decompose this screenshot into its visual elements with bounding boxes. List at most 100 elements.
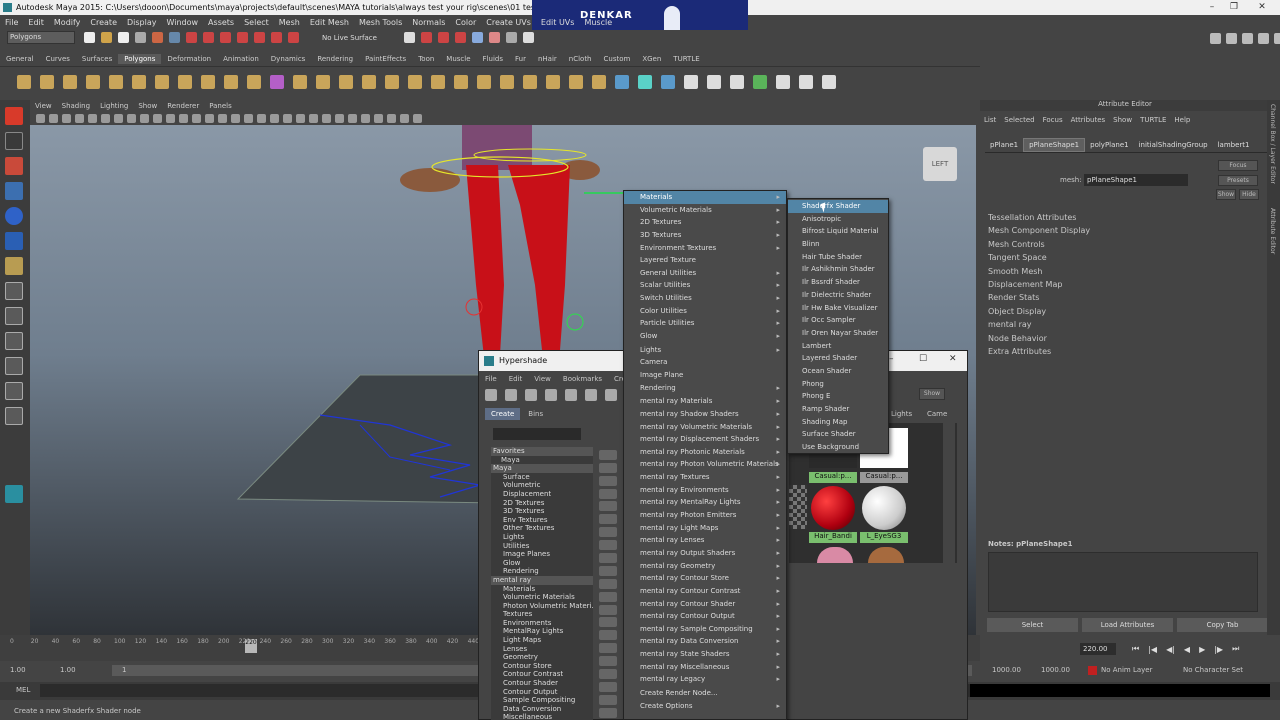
panel-toolbar-icon[interactable] <box>374 113 383 123</box>
tab-create[interactable]: Create <box>485 408 521 420</box>
material-bifrost-liquid-material[interactable]: Bifrost Liquid Material <box>788 225 888 238</box>
menu-create-uvs[interactable]: Create UVs <box>486 18 531 27</box>
shelf-tool-icon[interactable] <box>822 74 836 89</box>
node-type-icon[interactable] <box>599 604 617 615</box>
maximize-icon[interactable]: ❐ <box>1227 1 1241 13</box>
render-tool-icon[interactable] <box>438 32 449 43</box>
menu-normals[interactable]: Normals <box>412 18 445 27</box>
material-ilr-bssrdf-shader[interactable]: Ilr Bssrdf Shader <box>788 276 888 289</box>
tab-lights[interactable]: Lights <box>891 410 912 418</box>
shelf-tool-icon[interactable] <box>201 74 215 89</box>
create-menu-create-render-node[interactable]: Create Render Node... <box>624 687 786 700</box>
node-type-icon[interactable] <box>599 630 617 641</box>
material-hair-tube-shader[interactable]: Hair Tube Shader <box>788 251 888 264</box>
status-tool-icon[interactable] <box>186 32 197 43</box>
create-menu-camera[interactable]: Camera <box>624 356 786 369</box>
move-tool-icon[interactable] <box>5 182 23 200</box>
create-menu-mental-ray-state-shaders[interactable]: mental ray State Shaders <box>624 648 786 661</box>
tree-item-rendering[interactable]: Rendering <box>491 567 593 576</box>
shelf-tool-icon[interactable] <box>477 74 491 89</box>
shelf-tool-icon[interactable] <box>661 74 675 89</box>
hs-close-icon[interactable]: ✕ <box>949 354 957 364</box>
shelf-tool-icon[interactable] <box>638 74 652 89</box>
shelf-tool-icon[interactable] <box>293 74 307 89</box>
node-type-icon[interactable] <box>599 488 617 499</box>
render-tool-icon[interactable] <box>472 32 483 43</box>
tree-item-lenses[interactable]: Lenses <box>491 645 593 654</box>
material-shading-map[interactable]: Shading Map <box>788 416 888 429</box>
create-menu-glow[interactable]: Glow <box>624 330 786 343</box>
ae-menu-show[interactable]: Show <box>1113 116 1132 124</box>
create-menu-environment-textures[interactable]: Environment Textures <box>624 242 786 255</box>
create-menu-mental-ray-contour-shader[interactable]: mental ray Contour Shader <box>624 598 786 611</box>
node-type-icon[interactable] <box>599 462 617 473</box>
shelf-tool-icon[interactable] <box>707 74 721 89</box>
tree-item-volumetric[interactable]: Volumetric <box>491 481 593 490</box>
ae-section-extra-attributes[interactable]: Extra Attributes <box>988 347 1051 356</box>
material-ilr-oren-nayar-shader[interactable]: Ilr Oren Nayar Shader <box>788 327 888 340</box>
panel-toolbar-icon[interactable] <box>231 113 240 123</box>
shelf-tool-icon[interactable] <box>431 74 445 89</box>
ae-tab-polyplane1[interactable]: polyPlane1 <box>1085 139 1133 151</box>
create-menu-layered-texture[interactable]: Layered Texture <box>624 254 786 267</box>
panel-layout-icon[interactable] <box>1258 33 1269 44</box>
shelf-tool-icon[interactable] <box>247 74 261 89</box>
shelf-tab-fur[interactable]: Fur <box>509 54 532 64</box>
layout-graph-icon[interactable] <box>5 382 23 400</box>
node-type-icon[interactable] <box>599 707 617 718</box>
presets-button[interactable]: Presets <box>1218 175 1258 186</box>
node-type-icon[interactable] <box>599 578 617 589</box>
shelf-tab-ncloth[interactable]: nCloth <box>563 54 598 64</box>
status-tool-icon[interactable] <box>254 32 265 43</box>
create-menu-mental-ray-environments[interactable]: mental ray Environments <box>624 484 786 497</box>
ae-section-object-display[interactable]: Object Display <box>988 307 1046 316</box>
channel-box-tab[interactable]: Channel Box / Layer Editor <box>1269 104 1276 184</box>
panel-toolbar-icon[interactable] <box>335 113 344 123</box>
swatch-pink-sphere[interactable] <box>817 547 853 563</box>
create-menu-general-utilities[interactable]: General Utilities <box>624 267 786 280</box>
create-menu-particle-utilities[interactable]: Particle Utilities <box>624 317 786 330</box>
shelf-tool-icon[interactable] <box>109 74 123 89</box>
shelf-tab-surfaces[interactable]: Surfaces <box>76 54 118 64</box>
material-phong-e[interactable]: Phong E <box>788 390 888 403</box>
panel-toolbar-icon[interactable] <box>153 113 162 123</box>
create-menu-mental-ray-data-conversion[interactable]: mental ray Data Conversion <box>624 635 786 648</box>
shelf-tool-icon[interactable] <box>155 74 169 89</box>
focus-button[interactable]: Focus <box>1218 160 1258 171</box>
panel-menu-shading[interactable]: Shading <box>62 102 90 110</box>
view-cube[interactable]: LEFT <box>923 147 957 181</box>
step-back-key-icon[interactable]: |◀ <box>1148 645 1157 654</box>
tree-item-2d-textures[interactable]: 2D Textures <box>491 499 593 508</box>
status-tool-icon[interactable] <box>118 32 129 43</box>
shelf-tab-nhair[interactable]: nHair <box>532 54 563 64</box>
material-phong[interactable]: Phong <box>788 378 888 391</box>
mesh-name-field[interactable]: pPlaneShape1 <box>1084 174 1188 186</box>
panel-toolbar-icon[interactable] <box>387 113 396 123</box>
render-tool-icon[interactable] <box>404 32 415 43</box>
create-menu-mental-ray-contour-store[interactable]: mental ray Contour Store <box>624 572 786 585</box>
hs-toolbar-icon[interactable] <box>525 389 537 401</box>
ae-section-smooth-mesh[interactable]: Smooth Mesh <box>988 267 1042 276</box>
swatch-checker[interactable] <box>789 485 807 529</box>
select-button[interactable]: Select <box>987 618 1078 632</box>
rotate-tool-icon[interactable] <box>5 207 23 225</box>
swatch-white-sphere[interactable] <box>862 486 906 530</box>
panel-menu-renderer[interactable]: Renderer <box>167 102 199 110</box>
panel-toolbar-icon[interactable] <box>309 113 318 123</box>
panel-toolbar-icon[interactable] <box>205 113 214 123</box>
ae-section-tessellation-attributes[interactable]: Tessellation Attributes <box>988 213 1076 222</box>
hs-toolbar-icon[interactable] <box>585 389 597 401</box>
panel-toolbar-icon[interactable] <box>348 113 357 123</box>
minimize-icon[interactable]: – <box>1205 1 1219 13</box>
node-type-icon[interactable] <box>599 565 617 576</box>
tree-item-data-conversion[interactable]: Data Conversion <box>491 705 593 714</box>
panel-toolbar-icon[interactable] <box>166 113 175 123</box>
shelf-tool-icon[interactable] <box>132 74 146 89</box>
ae-tab-pplaneshape1[interactable]: pPlaneShape1 <box>1023 137 1086 152</box>
create-menu-mental-ray-photonic-materials[interactable]: mental ray Photonic Materials <box>624 446 786 459</box>
tree-item-contour-store[interactable]: Contour Store <box>491 662 593 671</box>
tree-item-displacement[interactable]: Displacement <box>491 490 593 499</box>
create-menu-mental-ray-miscellaneous[interactable]: mental ray Miscellaneous <box>624 661 786 674</box>
playback-start-field[interactable]: 1.00 <box>60 666 76 674</box>
ae-menu-list[interactable]: List <box>984 116 996 124</box>
